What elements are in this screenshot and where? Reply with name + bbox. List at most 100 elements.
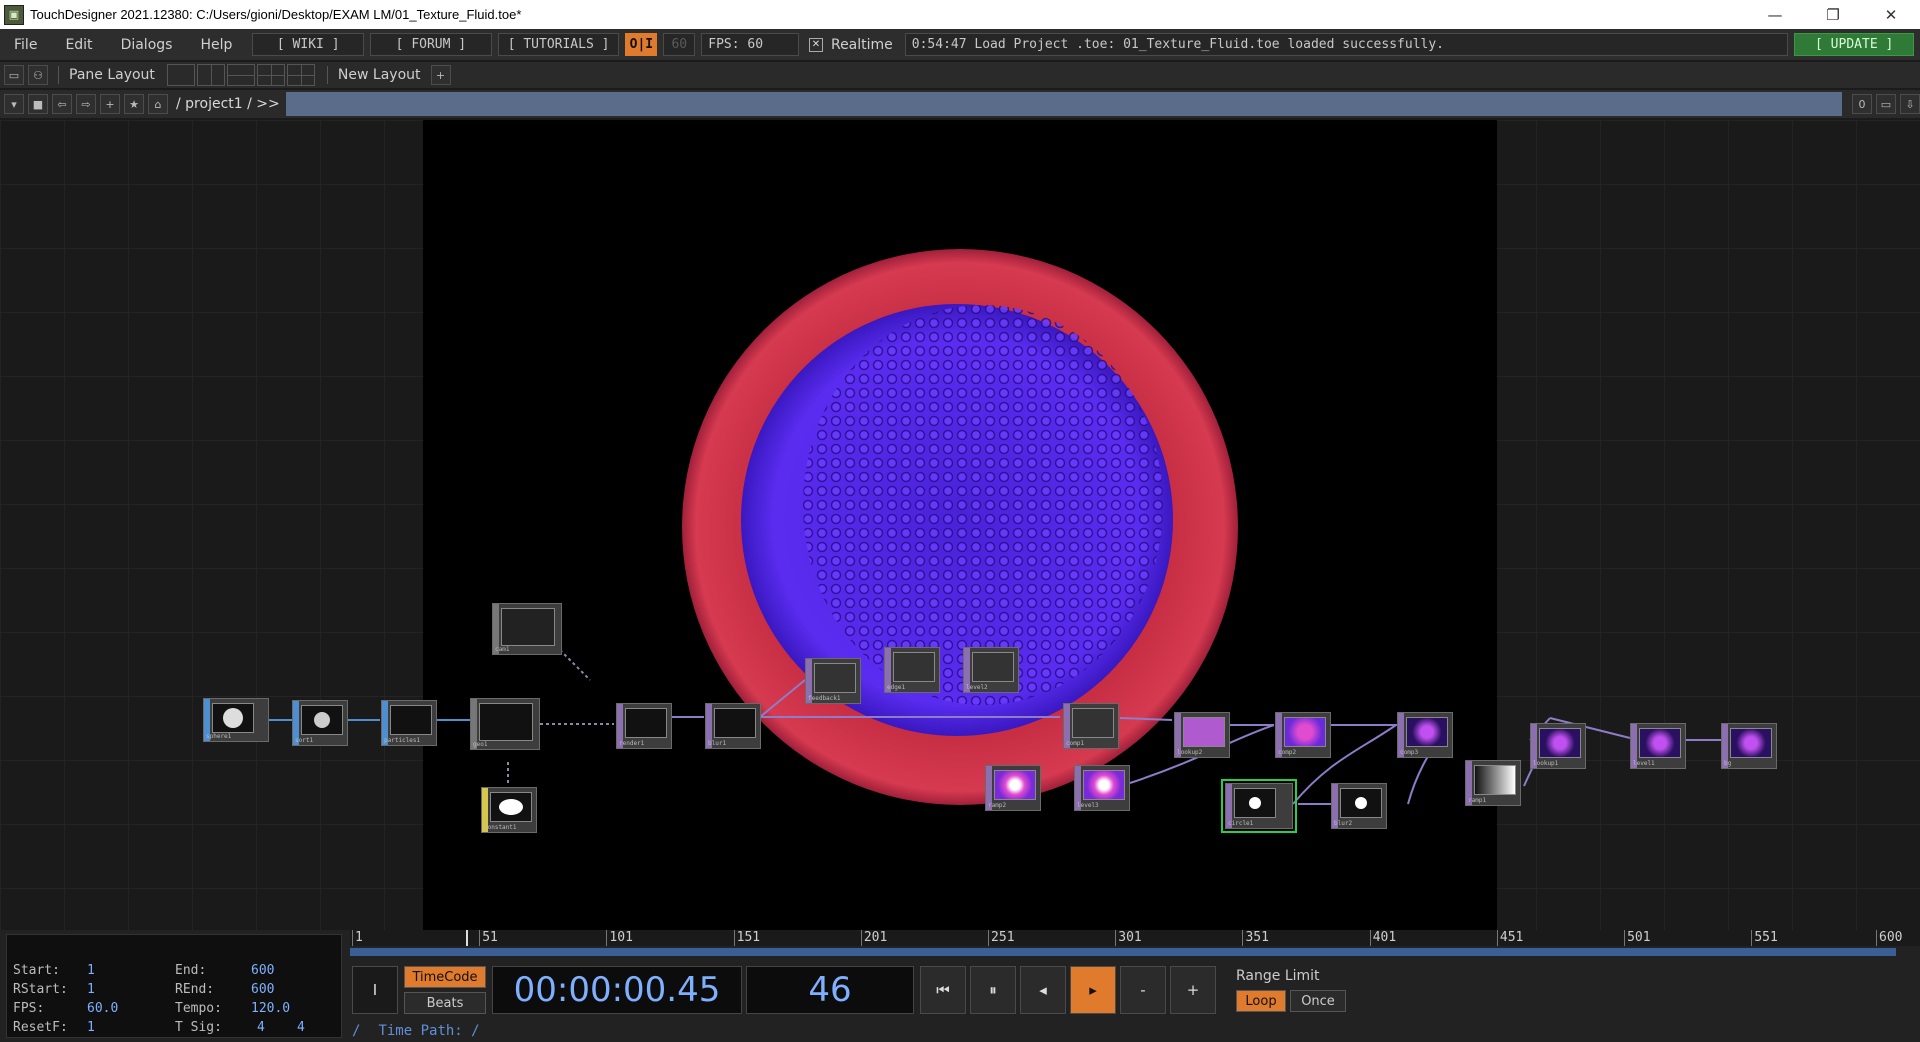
forward-arrow-icon[interactable]: ⇨ bbox=[76, 94, 96, 114]
stop-icon[interactable]: ■ bbox=[28, 94, 48, 114]
node-edge1[interactable]: edge1 bbox=[884, 647, 940, 693]
path-field[interactable] bbox=[285, 92, 1842, 116]
add-layout-button[interactable]: + bbox=[430, 65, 451, 85]
counter-display: 0 bbox=[1852, 94, 1872, 114]
perform-mode-toggle[interactable]: O|I bbox=[625, 33, 658, 56]
rend-label: REnd: bbox=[175, 982, 215, 997]
menu-edit[interactable]: Edit bbox=[51, 37, 106, 53]
node-lookup2[interactable]: lookup2 bbox=[1174, 712, 1230, 758]
node-circle1[interactable]: circle1 bbox=[1221, 779, 1297, 833]
node-constant1[interactable]: constant1 bbox=[481, 787, 537, 833]
play-icon[interactable]: ▸ bbox=[1070, 966, 1116, 1014]
frame-display[interactable]: 46 bbox=[746, 966, 914, 1014]
start-label: Start: bbox=[13, 963, 60, 978]
window-controls: — ❐ ✕ bbox=[1746, 0, 1920, 29]
node-ramp2[interactable]: ramp2 bbox=[985, 765, 1041, 811]
network-editor[interactable]: sphere1 sort1 particles1 geo1 cam1 const… bbox=[0, 120, 1920, 930]
once-button[interactable]: Once bbox=[1290, 990, 1346, 1012]
back-arrow-icon[interactable]: ⇦ bbox=[52, 94, 72, 114]
node-particles1[interactable]: particles1 bbox=[381, 700, 437, 746]
star-icon[interactable]: ★ bbox=[124, 94, 144, 114]
node-blur2[interactable]: blur2 bbox=[1331, 783, 1387, 829]
breadcrumb[interactable]: / project1 / >> bbox=[176, 96, 280, 112]
timeline-scrollbar[interactable] bbox=[350, 948, 1896, 956]
node-comp3[interactable]: comp3 bbox=[1397, 712, 1453, 758]
fps-value[interactable]: 60.0 bbox=[87, 1001, 118, 1016]
loop-button[interactable]: Loop bbox=[1236, 990, 1286, 1012]
transport-controls: I TimeCode Beats 00:00:00.45 46 ⏮ ⏸ ◂ ▸ … bbox=[352, 964, 1346, 1016]
rewind-icon[interactable]: ⏮ bbox=[920, 966, 966, 1014]
pin-icon[interactable]: ⇩ bbox=[1900, 94, 1920, 114]
restore-icon[interactable]: ❐ bbox=[1804, 0, 1862, 29]
window-titlebar: ▣ TouchDesigner 2021.12380: C:/Users/gio… bbox=[0, 0, 1920, 29]
range-limit-label: Range Limit bbox=[1236, 968, 1320, 984]
layout-split-horizontal-icon[interactable] bbox=[226, 64, 255, 86]
increment-button[interactable]: + bbox=[1170, 966, 1216, 1014]
node-blur1[interactable]: blur1 bbox=[705, 703, 761, 749]
timeline-tick-label: 301 bbox=[1118, 930, 1142, 945]
menu-help[interactable]: Help bbox=[186, 37, 246, 53]
timeline-tick-line bbox=[733, 930, 735, 946]
node-lookup1[interactable]: lookup1 bbox=[1530, 723, 1586, 769]
layout-split-vertical-icon[interactable] bbox=[196, 64, 225, 86]
decrement-button[interactable]: - bbox=[1120, 966, 1166, 1014]
node-comp1[interactable]: comp1 bbox=[1063, 703, 1119, 749]
add-icon[interactable]: + bbox=[100, 94, 120, 114]
cursor-icon[interactable]: I bbox=[352, 966, 398, 1014]
node-sort1[interactable]: sort1 bbox=[292, 700, 348, 746]
tsig-denominator[interactable]: 4 bbox=[297, 1020, 305, 1035]
new-layout-label: New Layout bbox=[337, 67, 421, 83]
fps-display: FPS: 60 bbox=[701, 33, 799, 56]
timecode-display[interactable]: 00:00:00.45 bbox=[492, 966, 742, 1014]
image-icon[interactable]: ▭ bbox=[4, 65, 24, 85]
timeline-tick-label: 351 bbox=[1245, 930, 1269, 945]
beats-mode-button[interactable]: Beats bbox=[404, 992, 486, 1014]
timeline-tick-label: 401 bbox=[1372, 930, 1397, 945]
layout-three-pane-icon[interactable] bbox=[256, 64, 285, 86]
maximize-pane-icon[interactable]: ▭ bbox=[1876, 94, 1896, 114]
network-icon[interactable]: ⚇ bbox=[28, 65, 48, 85]
pane-layout-label: Pane Layout bbox=[69, 67, 155, 83]
menu-file[interactable]: File bbox=[0, 37, 51, 53]
node-cam1[interactable]: cam1 bbox=[492, 603, 562, 655]
touchdesigner-app-icon: ▣ bbox=[4, 4, 24, 25]
wiki-button[interactable]: [ WIKI ] bbox=[252, 33, 365, 56]
layout-single-icon[interactable] bbox=[166, 64, 195, 86]
resetf-value[interactable]: 1 bbox=[87, 1020, 95, 1035]
forum-button[interactable]: [ FORUM ] bbox=[370, 33, 492, 56]
home-icon[interactable]: ⌂ bbox=[148, 94, 168, 114]
end-value[interactable]: 600 bbox=[251, 963, 274, 978]
tutorials-button[interactable]: [ TUTORIALS ] bbox=[497, 33, 620, 56]
close-icon[interactable]: ✕ bbox=[1862, 0, 1920, 29]
node-level2[interactable]: level2 bbox=[963, 647, 1019, 693]
update-button[interactable]: [ UPDATE ] bbox=[1794, 33, 1915, 56]
menu-dialogs[interactable]: Dialogs bbox=[107, 37, 187, 53]
timecode-mode-button[interactable]: TimeCode bbox=[404, 966, 486, 988]
tempo-value[interactable]: 120.0 bbox=[251, 1001, 290, 1016]
divider bbox=[326, 66, 328, 84]
timeline-ruler[interactable]: 1 51 101 151 201 251 301 351 401 451 501 551 600 bbox=[350, 930, 1920, 946]
node-level3[interactable]: level3 bbox=[1074, 765, 1130, 811]
realtime-checkbox[interactable]: ✕ bbox=[809, 37, 823, 52]
layout-four-pane-icon[interactable] bbox=[286, 64, 315, 86]
node-sphere1[interactable]: sphere1 bbox=[203, 698, 269, 742]
timeline-tick-label: 451 bbox=[1499, 930, 1524, 945]
node-ramp1[interactable]: ramp1 bbox=[1465, 760, 1521, 806]
rend-value[interactable]: 600 bbox=[251, 982, 274, 997]
node-bg[interactable]: bg bbox=[1721, 723, 1777, 769]
chevron-down-icon[interactable]: ▾ bbox=[4, 94, 24, 114]
node-feedback1[interactable]: feedback1 bbox=[805, 658, 861, 704]
time-path-root[interactable]: / bbox=[352, 1023, 360, 1039]
pause-icon[interactable]: ⏸ bbox=[970, 966, 1016, 1014]
node-level1[interactable]: level1 bbox=[1630, 723, 1686, 769]
timeline-tick-line bbox=[988, 930, 990, 946]
step-back-icon[interactable]: ◂ bbox=[1020, 966, 1066, 1014]
playhead[interactable] bbox=[466, 930, 469, 946]
node-comp2[interactable]: comp2 bbox=[1275, 712, 1331, 758]
node-render1[interactable]: render1 bbox=[616, 703, 672, 749]
tsig-numerator[interactable]: 4 bbox=[257, 1020, 265, 1035]
rstart-value[interactable]: 1 bbox=[87, 982, 95, 997]
minimize-icon[interactable]: — bbox=[1746, 0, 1804, 29]
start-value[interactable]: 1 bbox=[87, 963, 95, 978]
node-geo1[interactable]: geo1 bbox=[470, 698, 540, 750]
